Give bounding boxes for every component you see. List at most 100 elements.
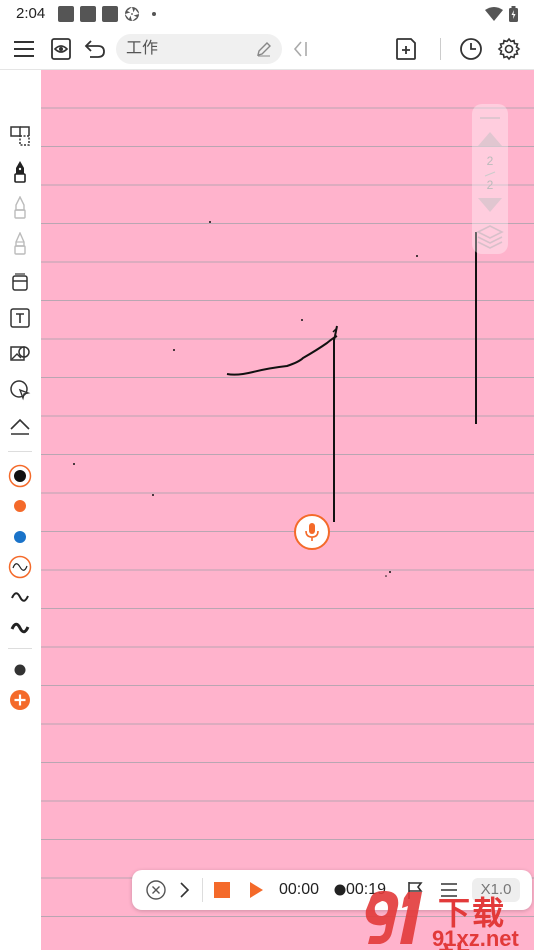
aperture-icon: [125, 7, 139, 21]
stroke-width-thin[interactable]: [6, 553, 34, 581]
close-recording-button[interactable]: [144, 878, 168, 902]
text-box-icon: [10, 308, 30, 328]
undo-button[interactable]: [81, 35, 109, 63]
text-tool[interactable]: [6, 304, 34, 332]
color-orange[interactable]: [6, 492, 34, 520]
ruler-tool[interactable]: [6, 412, 34, 440]
menu-button[interactable]: [10, 35, 38, 63]
elapsed-time-text: 00:00: [278, 881, 320, 898]
page-navigator: 2 2: [472, 104, 508, 254]
note-canvas[interactable]: [41, 70, 534, 950]
toolbar-separator: [8, 451, 32, 452]
settings-button[interactable]: [495, 35, 523, 63]
pencil-tool-icon: [14, 232, 26, 255]
previous-page-button[interactable]: [472, 128, 508, 148]
thick-stroke-icon: [10, 622, 30, 634]
pencil-tool[interactable]: [6, 230, 34, 258]
ballpoint-pen-tool[interactable]: [6, 194, 34, 222]
add-page-button[interactable]: [392, 35, 420, 63]
microphone-icon: [305, 523, 319, 541]
ink-dot: [416, 255, 418, 257]
history-button[interactable]: [457, 35, 485, 63]
fountain-pen-tool[interactable]: [6, 158, 34, 186]
notification-icon: [80, 6, 96, 22]
close-circle-icon: [146, 880, 166, 900]
voice-record-button[interactable]: [294, 514, 330, 550]
ruler-triangle-icon: [10, 418, 30, 435]
ink-stroke: [226, 335, 338, 376]
system-icons: [485, 6, 518, 22]
clock-icon: [460, 38, 482, 60]
eraser-icon: [12, 273, 28, 291]
select-frame-icon: [10, 126, 30, 146]
color-black[interactable]: [6, 462, 34, 490]
top-toolbar: 工作: [0, 28, 534, 70]
ink-dot: [152, 494, 154, 496]
elapsed-time: 00:00: [276, 878, 322, 902]
ink-dot: [73, 463, 75, 465]
collapse-left-icon: [293, 41, 307, 57]
watermark-url: 91xz.net: [432, 926, 519, 950]
lasso-select-tool[interactable]: [6, 122, 34, 150]
left-toolbar: [0, 70, 41, 950]
ink-dot: [209, 221, 211, 223]
status-bar: 2:04: [0, 0, 534, 28]
note-title-field[interactable]: 工作: [116, 34, 282, 64]
stroke-width-medium[interactable]: [6, 583, 34, 611]
notification-icon: [58, 6, 74, 22]
image-tool[interactable]: [6, 340, 34, 368]
image-shape-icon: [10, 346, 30, 361]
stop-button[interactable]: [210, 878, 234, 902]
color-blue[interactable]: [6, 523, 34, 551]
eraser-tool[interactable]: [6, 268, 34, 296]
play-icon: [250, 882, 263, 898]
ballpoint-pen-icon: [14, 196, 26, 219]
add-color-button[interactable]: [6, 686, 34, 714]
layers-icon[interactable]: [472, 222, 508, 250]
more-notifications-dot: [152, 12, 156, 16]
ruled-page[interactable]: [41, 70, 534, 950]
stroke-width-thick[interactable]: [6, 614, 34, 642]
toolbar-divider: [440, 38, 441, 60]
handwriting-strokes: [73, 221, 477, 577]
battery-icon: [509, 6, 518, 22]
recording-bar-divider: [202, 878, 203, 902]
shape-pointer-icon: [10, 380, 31, 401]
thin-stroke-icon: [8, 555, 32, 579]
medium-stroke-icon: [11, 592, 29, 602]
notification-icon: [102, 6, 118, 22]
play-button[interactable]: [244, 878, 268, 902]
current-page-number: 2: [486, 154, 494, 168]
wifi-icon: [485, 7, 503, 21]
shape-recognize-tool[interactable]: [6, 376, 34, 404]
ink-dot: [389, 571, 391, 573]
plus-circle-icon: [10, 690, 30, 710]
collapse-toolbar-button[interactable]: [287, 35, 315, 63]
ruled-lines: [41, 107, 534, 917]
toolbar-separator: [8, 648, 32, 649]
chevron-right-icon: [180, 882, 190, 898]
pencil-icon[interactable]: [256, 41, 272, 57]
eye-page-icon: [51, 38, 71, 60]
preview-button[interactable]: [47, 35, 75, 63]
site-watermark-logo: 下载站 91xz.net: [362, 888, 534, 950]
ink-dot: [173, 349, 175, 351]
watermark-logo-91: [365, 890, 422, 944]
pen-preview-dot[interactable]: [6, 656, 34, 684]
ink-dot: [301, 319, 303, 321]
total-page-number: 2: [486, 178, 494, 192]
ink-dot: [385, 575, 387, 577]
expand-recording-button[interactable]: [174, 878, 194, 902]
notification-icons: [58, 6, 156, 22]
hamburger-icon: [14, 41, 34, 57]
next-page-button[interactable]: [472, 196, 508, 216]
add-page-icon: [396, 38, 416, 60]
fountain-pen-icon: [14, 161, 26, 183]
page-nav-top-bar: [480, 117, 500, 119]
page-fraction-slash: [484, 171, 496, 177]
color-swatch-selected: [8, 464, 32, 488]
stop-icon: [214, 882, 230, 898]
color-swatch: [14, 531, 26, 543]
note-title: 工作: [126, 40, 159, 57]
gear-icon: [497, 37, 521, 61]
